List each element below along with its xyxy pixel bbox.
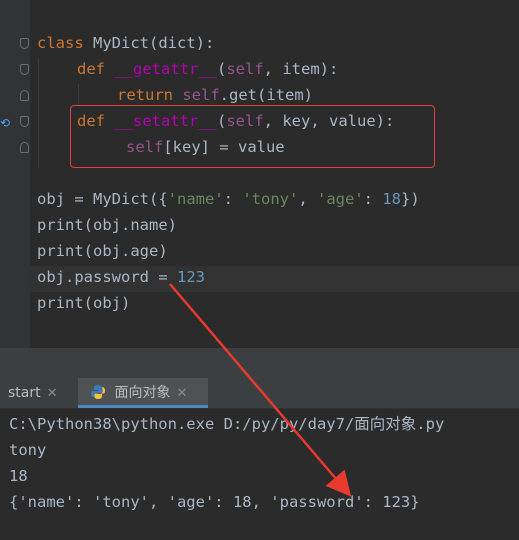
fold-marker-icon[interactable] [20,142,29,153]
panel-divider[interactable] [0,348,519,378]
console-line-output: 18 [9,467,28,485]
indent-guide [78,84,79,106]
code-line-7[interactable]: print(obj.name) [37,212,177,238]
console-line-output: tony [9,441,47,459]
run-console[interactable]: C:\Python38\python.exe D:/py/py/day7/面向对… [0,409,519,540]
code-editor[interactable]: ⟲ class MyDict(dict): def __getattr__(se… [0,0,519,348]
fold-marker-icon[interactable] [20,38,29,49]
close-icon[interactable]: ✕ [47,386,58,401]
fold-marker-icon[interactable] [20,116,29,127]
run-tab-bar: start ✕ 面向对象 ✕ [0,378,519,409]
close-icon[interactable]: ✕ [176,386,187,401]
editor-gutter [0,0,30,348]
code-line-8[interactable]: print(obj.age) [37,238,168,264]
python-file-icon [90,385,110,401]
indent-guide [38,58,39,168]
fold-marker-icon[interactable] [20,90,29,101]
override-marker-icon[interactable]: ⟲ [0,116,10,130]
tab-start-label: start [8,385,41,401]
tab-run-current[interactable]: 面向对象 ✕ [78,378,208,408]
tab-run-label: 面向对象 [114,385,171,401]
code-line-1[interactable]: class MyDict(dict): [37,30,214,56]
fold-marker-icon[interactable] [20,64,29,75]
code-line-10[interactable]: print(obj) [37,290,130,316]
code-line-6[interactable]: obj = MyDict({'name': 'tony', 'age': 18}… [37,186,420,212]
code-line-2[interactable]: def __getattr__(self, item): [77,56,338,82]
console-line-output: {'name': 'tony', 'age': 18, 'password': … [9,493,420,511]
tab-start[interactable]: start ✕ [0,378,58,408]
console-line-command: C:\Python38\python.exe D:/py/py/day7/面向对… [9,415,445,433]
annotation-highlight-box [70,105,435,168]
code-line-9[interactable]: obj.password = 123 [37,264,205,290]
